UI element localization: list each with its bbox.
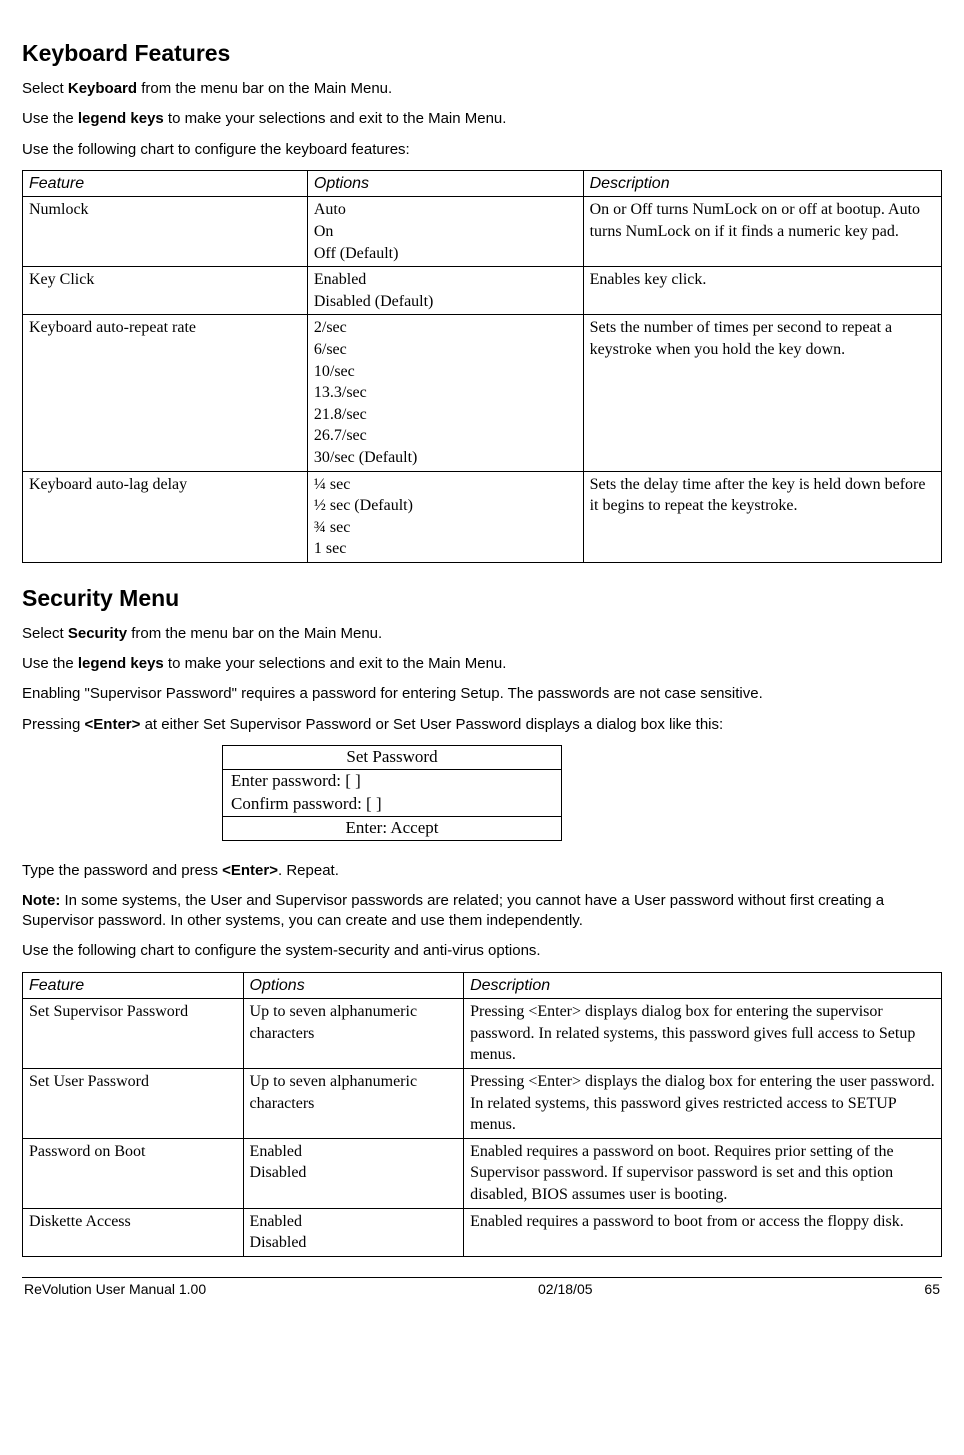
- text: Select: [22, 80, 68, 97]
- cell-feature: Keyboard auto-lag delay: [23, 471, 308, 562]
- table-header-row: Feature Options Description: [23, 170, 942, 197]
- paragraph: Use the following chart to configure the…: [22, 941, 942, 961]
- text: . Repeat.: [278, 862, 339, 879]
- paragraph: Use the legend keys to make your selecti…: [22, 654, 942, 674]
- cell-options: 2/sec6/sec10/sec13.3/sec21.8/sec26.7/sec…: [307, 315, 583, 471]
- cell-options: AutoOnOff (Default): [307, 197, 583, 267]
- heading-security-menu: Security Menu: [22, 583, 942, 614]
- table-row: Keyboard auto-repeat rate 2/sec6/sec10/s…: [23, 315, 942, 471]
- text: from the menu bar on the Main Menu.: [127, 625, 382, 642]
- col-options: Options: [307, 170, 583, 197]
- text: Pressing: [22, 716, 85, 733]
- set-password-dialog: Set Password Enter password: [ ] Confirm…: [222, 745, 562, 841]
- cell-options: EnabledDisabled: [243, 1138, 464, 1208]
- cell-description: Enabled requires a password to boot from…: [464, 1208, 942, 1256]
- security-options-table: Feature Options Description Set Supervis…: [22, 972, 942, 1257]
- bold-text: <Enter>: [85, 716, 141, 733]
- col-description: Description: [583, 170, 941, 197]
- table-row: Password on Boot EnabledDisabled Enabled…: [23, 1138, 942, 1208]
- paragraph: Pressing <Enter> at either Set Superviso…: [22, 715, 942, 735]
- cell-options: ¼ sec½ sec (Default)¾ sec1 sec: [307, 471, 583, 562]
- cell-feature: Set User Password: [23, 1069, 244, 1139]
- cell-options: Up to seven alphanumeric characters: [243, 1069, 464, 1139]
- table-row: Diskette Access EnabledDisabled Enabled …: [23, 1208, 942, 1256]
- bold-text: Security: [68, 625, 127, 642]
- note-label: Note:: [22, 892, 60, 909]
- text: to make your selections and exit to the …: [164, 110, 507, 127]
- col-options: Options: [243, 972, 464, 999]
- table-row: Keyboard auto-lag delay ¼ sec½ sec (Defa…: [23, 471, 942, 562]
- text: Use the: [22, 110, 78, 127]
- table-row: Set Supervisor Password Up to seven alph…: [23, 999, 942, 1069]
- cell-feature: Keyboard auto-repeat rate: [23, 315, 308, 471]
- bold-text: legend keys: [78, 655, 164, 672]
- cell-description: Enables key click.: [583, 267, 941, 315]
- text: Use the: [22, 655, 78, 672]
- cell-feature: Diskette Access: [23, 1208, 244, 1256]
- text: from the menu bar on the Main Menu.: [137, 80, 392, 97]
- text: Select: [22, 625, 68, 642]
- footer-right: 65: [924, 1280, 940, 1299]
- cell-feature: Key Click: [23, 267, 308, 315]
- text: Type the password and press: [22, 862, 222, 879]
- table-header-row: Feature Options Description: [23, 972, 942, 999]
- keyboard-features-table: Feature Options Description Numlock Auto…: [22, 170, 942, 563]
- paragraph: Select Keyboard from the menu bar on the…: [22, 79, 942, 99]
- footer-center: 02/18/05: [538, 1280, 593, 1299]
- dialog-title: Set Password: [223, 745, 562, 769]
- bold-text: legend keys: [78, 110, 164, 127]
- col-feature: Feature: [23, 170, 308, 197]
- paragraph: Use the following chart to configure the…: [22, 140, 942, 160]
- dialog-confirm-password: Confirm password: [ ]: [223, 793, 562, 816]
- page-footer: ReVolution User Manual 1.00 02/18/05 65: [22, 1280, 942, 1299]
- cell-description: On or Off turns NumLock on or off at boo…: [583, 197, 941, 267]
- dialog-enter-password: Enter password: [ ]: [223, 769, 562, 792]
- table-row: Key Click EnabledDisabled (Default) Enab…: [23, 267, 942, 315]
- cell-description: Sets the number of times per second to r…: [583, 315, 941, 471]
- note-text: In some systems, the User and Supervisor…: [22, 892, 884, 929]
- col-feature: Feature: [23, 972, 244, 999]
- paragraph: Use the legend keys to make your selecti…: [22, 109, 942, 129]
- heading-keyboard-features: Keyboard Features: [22, 38, 942, 69]
- cell-options: EnabledDisabled: [243, 1208, 464, 1256]
- dialog-accept: Enter: Accept: [223, 816, 562, 840]
- text: at either Set Supervisor Password or Set…: [140, 716, 723, 733]
- col-description: Description: [464, 972, 942, 999]
- footer-rule: [22, 1277, 942, 1278]
- cell-description: Enabled requires a password on boot. Req…: [464, 1138, 942, 1208]
- bold-text: Keyboard: [68, 80, 137, 97]
- cell-feature: Password on Boot: [23, 1138, 244, 1208]
- table-row: Numlock AutoOnOff (Default) On or Off tu…: [23, 197, 942, 267]
- text: to make your selections and exit to the …: [164, 655, 507, 672]
- footer-left: ReVolution User Manual 1.00: [24, 1280, 206, 1299]
- paragraph: Type the password and press <Enter>. Rep…: [22, 861, 942, 881]
- cell-feature: Set Supervisor Password: [23, 999, 244, 1069]
- cell-description: Pressing <Enter> displays the dialog box…: [464, 1069, 942, 1139]
- paragraph: Select Security from the menu bar on the…: [22, 624, 942, 644]
- bold-text: <Enter>: [222, 862, 278, 879]
- cell-options: Up to seven alphanumeric characters: [243, 999, 464, 1069]
- cell-options: EnabledDisabled (Default): [307, 267, 583, 315]
- cell-feature: Numlock: [23, 197, 308, 267]
- note-paragraph: Note: In some systems, the User and Supe…: [22, 891, 942, 932]
- cell-description: Sets the delay time after the key is hel…: [583, 471, 941, 562]
- paragraph: Enabling "Supervisor Password" requires …: [22, 684, 942, 704]
- table-row: Set User Password Up to seven alphanumer…: [23, 1069, 942, 1139]
- cell-description: Pressing <Enter> displays dialog box for…: [464, 999, 942, 1069]
